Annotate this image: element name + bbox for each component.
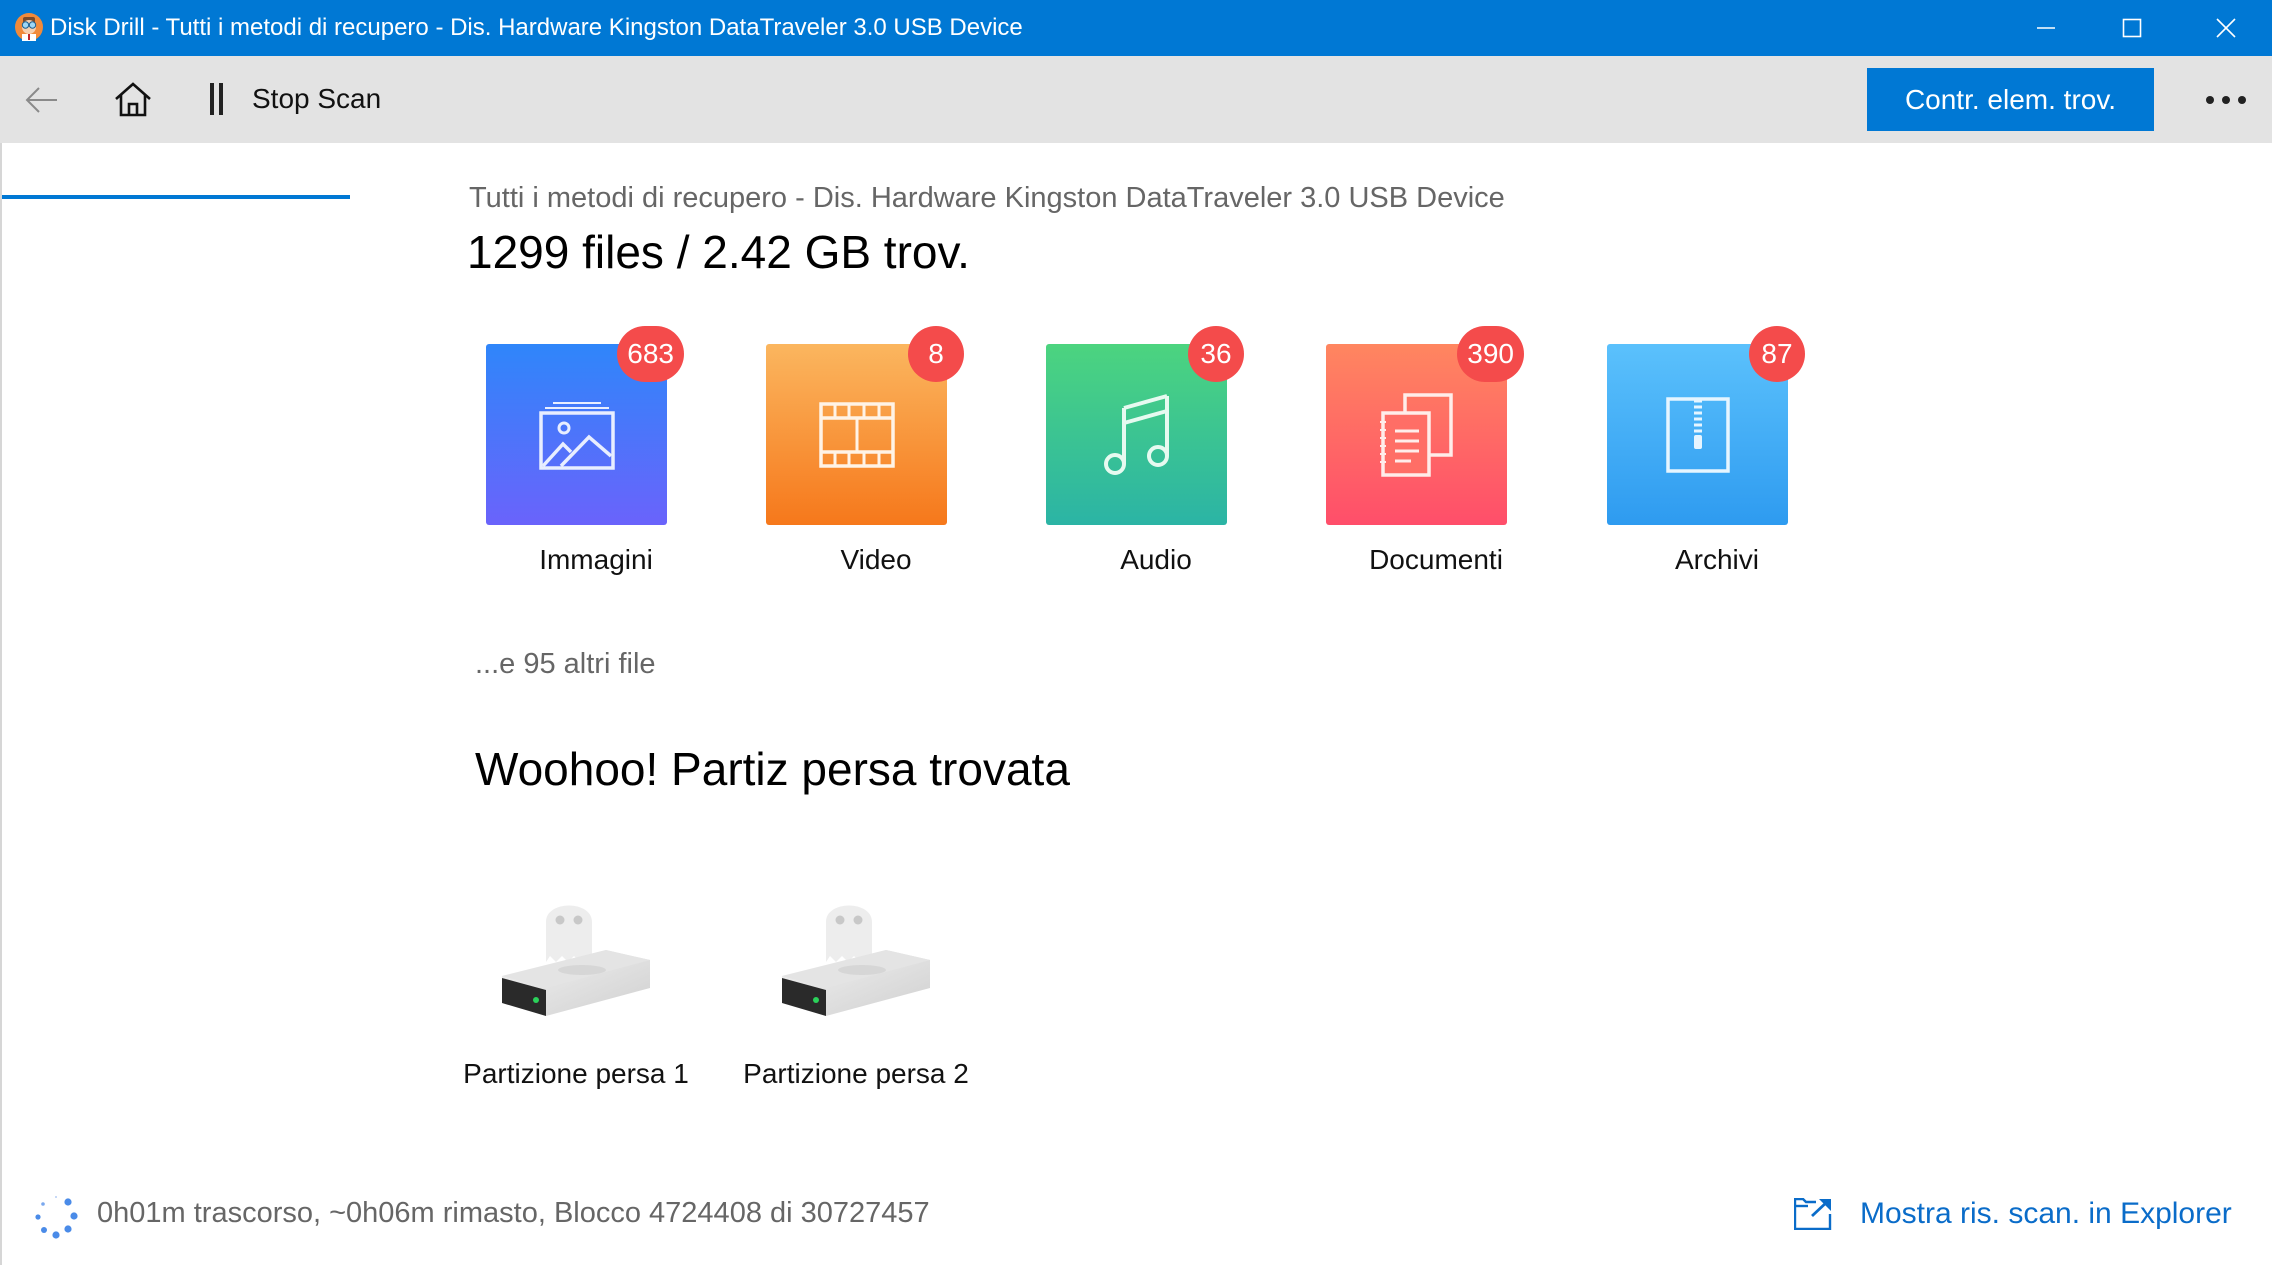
close-button[interactable] — [2180, 0, 2272, 56]
arrow-left-icon — [25, 87, 57, 113]
scan-status-text: 0h01m trascorso, ~0h06m rimasto, Blocco … — [97, 1197, 930, 1229]
maximize-icon — [2122, 18, 2142, 38]
more-options-button[interactable] — [2196, 76, 2256, 124]
count-badge: 8 — [908, 326, 964, 382]
count-badge: 87 — [1749, 326, 1805, 382]
category-tile-documents[interactable]: 390 — [1326, 326, 1524, 525]
show-in-explorer-link[interactable]: Mostra ris. scan. in Explorer — [1794, 1192, 2232, 1236]
documents-icon — [1379, 392, 1453, 477]
minimize-button[interactable] — [2000, 0, 2092, 56]
more-dot — [2222, 96, 2230, 104]
lost-partition-2[interactable]: Partizione persa 2 — [736, 890, 976, 1100]
category-label-images[interactable]: Immagini — [466, 544, 726, 576]
scan-subtitle: Tutti i metodi di recupero - Dis. Hardwa… — [469, 182, 1505, 214]
image-icon — [538, 401, 615, 470]
category-tile-images[interactable]: 683 — [486, 326, 684, 525]
close-icon — [2216, 18, 2236, 38]
count-badge: 683 — [617, 326, 684, 382]
review-found-items-button[interactable]: Contr. elem. trov. — [1867, 68, 2154, 131]
category-label-audio[interactable]: Audio — [1026, 544, 1286, 576]
toolbar: Stop Scan Contr. elem. trov. — [0, 56, 2272, 199]
maximize-button[interactable] — [2086, 0, 2178, 56]
category-label-documents[interactable]: Documenti — [1306, 544, 1566, 576]
ghost-drive-icon — [782, 905, 930, 1016]
back-button[interactable] — [18, 76, 66, 124]
window-title: Disk Drill - Tutti i metodi di recupero … — [50, 14, 1023, 41]
loading-spinner-icon — [35, 1196, 78, 1239]
disk-drill-app-icon — [15, 13, 43, 41]
lost-partition-1[interactable]: Partizione persa 1 — [456, 890, 696, 1100]
stop-scan-button[interactable]: Stop Scan — [206, 74, 381, 124]
window-left-border — [0, 143, 2, 1265]
more-dot — [2238, 96, 2246, 104]
partition-label: Partizione persa 1 — [463, 1058, 689, 1089]
home-icon — [115, 82, 151, 117]
category-tile-archives[interactable]: 87 — [1607, 326, 1805, 525]
zip-archive-icon — [1665, 396, 1730, 473]
minimize-icon — [2037, 27, 2055, 29]
show-in-explorer-label: Mostra ris. scan. in Explorer — [1860, 1197, 2232, 1230]
partition-label: Partizione persa 2 — [743, 1058, 969, 1089]
open-folder-external-icon — [1794, 1198, 1832, 1230]
found-summary: 1299 files / 2.42 GB trov. — [467, 226, 970, 278]
category-tile-video[interactable]: 8 — [766, 326, 964, 525]
category-label-video[interactable]: Video — [746, 544, 1006, 576]
scan-progress-fill — [0, 195, 350, 199]
count-badge: 390 — [1457, 326, 1524, 382]
pause-icon — [206, 83, 224, 115]
more-dot — [2206, 96, 2214, 104]
film-icon — [818, 401, 895, 468]
music-note-icon — [1103, 393, 1169, 475]
stop-scan-label: Stop Scan — [252, 83, 382, 114]
category-label-archives[interactable]: Archivi — [1587, 544, 1847, 576]
partition-heading: Woohoo! Partiz persa trovata — [475, 743, 1070, 795]
more-files-link[interactable]: ...e 95 altri file — [475, 648, 656, 681]
title-bar: Disk Drill - Tutti i metodi di recupero … — [0, 0, 2272, 56]
home-button[interactable] — [108, 74, 158, 124]
ghost-drive-icon — [502, 905, 650, 1016]
count-badge: 36 — [1188, 326, 1244, 382]
category-tile-audio[interactable]: 36 — [1046, 326, 1244, 525]
